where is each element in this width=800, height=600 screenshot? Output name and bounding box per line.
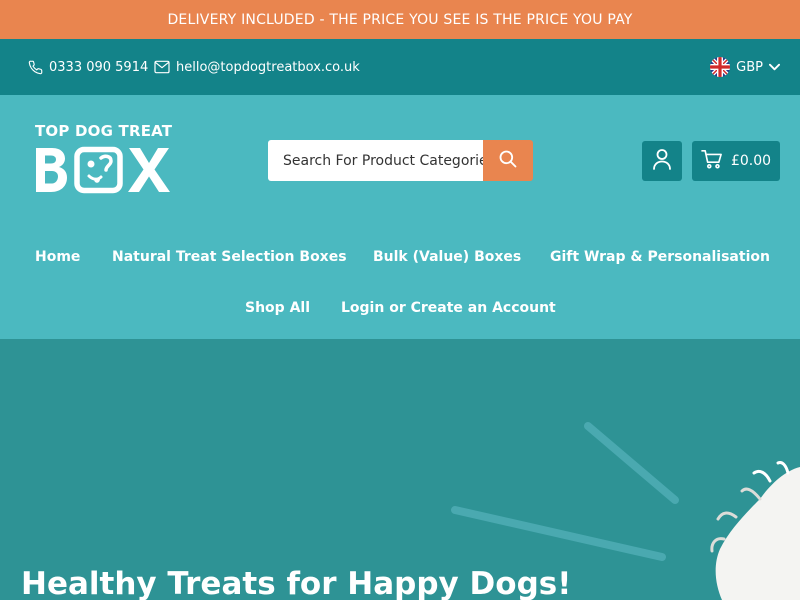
uk-flag-icon — [710, 57, 731, 77]
phone-icon — [28, 60, 43, 75]
motion-line — [584, 422, 679, 504]
announcement-bar: DELIVERY INCLUDED - THE PRICE YOU SEE IS… — [0, 0, 800, 39]
cart-total: £0.00 — [730, 153, 772, 169]
nav-bulk-value-boxes[interactable]: Bulk (Value) Boxes — [373, 249, 521, 265]
search-bar — [268, 140, 533, 181]
hero-banner: Healthy Treats for Happy Dogs! — [0, 339, 800, 600]
currency-label: GBP — [736, 59, 763, 75]
nav-home[interactable]: Home — [35, 249, 80, 265]
cart-button[interactable]: £0.00 — [692, 141, 780, 181]
site-header: TOP DOG TREAT Search For Product Categor… — [0, 95, 800, 339]
contact-bar: 0333 090 5914 hello@topdogtreatbox.co.uk… — [0, 39, 800, 95]
email-link[interactable]: hello@topdogtreatbox.co.uk — [154, 39, 360, 95]
nav-login-create-account[interactable]: Login or Create an Account — [341, 300, 556, 316]
currency-selector[interactable]: GBP — [710, 39, 780, 95]
email-address: hello@topdogtreatbox.co.uk — [176, 59, 360, 75]
user-icon — [652, 148, 672, 174]
logo-box-wordmark — [36, 146, 170, 194]
phone-link[interactable]: 0333 090 5914 — [28, 39, 148, 95]
site-logo[interactable]: TOP DOG TREAT — [34, 122, 188, 196]
chevron-down-icon — [769, 60, 780, 75]
search-input[interactable] — [268, 140, 483, 181]
cart-icon — [701, 149, 723, 173]
hero-illustration — [451, 422, 800, 600]
phone-number: 0333 090 5914 — [49, 59, 149, 75]
nav-gift-wrap-personalisation[interactable]: Gift Wrap & Personalisation — [550, 249, 770, 265]
nav-shop-all[interactable]: Shop All — [245, 300, 310, 316]
logo-top-text: TOP DOG TREAT — [35, 122, 173, 140]
account-button[interactable] — [642, 141, 682, 181]
search-icon — [498, 149, 518, 173]
envelope-icon — [154, 60, 170, 74]
motion-line — [451, 506, 666, 561]
search-button[interactable] — [483, 140, 533, 181]
hero-title: Healthy Treats for Happy Dogs! — [21, 566, 572, 600]
dog-image — [710, 461, 800, 600]
nav-natural-treat-selection-boxes[interactable]: Natural Treat Selection Boxes — [112, 249, 347, 265]
announcement-text: DELIVERY INCLUDED - THE PRICE YOU SEE IS… — [167, 11, 633, 28]
